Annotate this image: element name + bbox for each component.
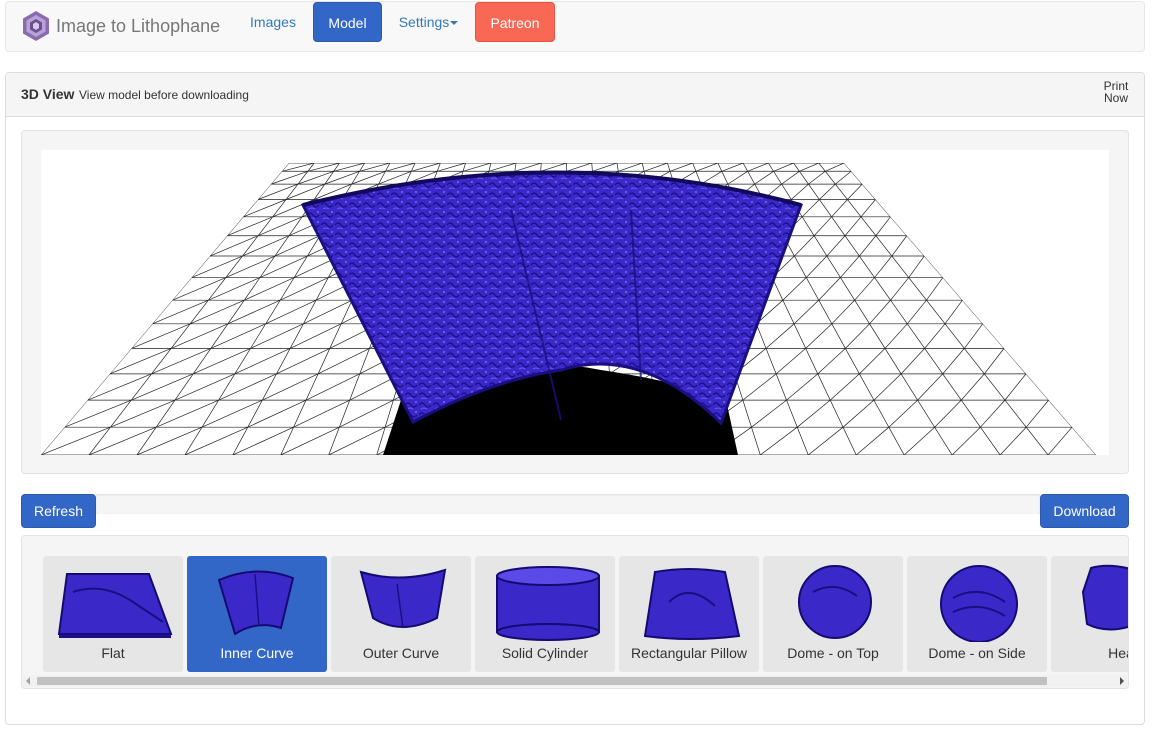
shape-card-flat[interactable]: Flat	[43, 556, 183, 672]
viewer-well	[21, 130, 1129, 474]
3d-scene[interactable]	[41, 150, 1109, 455]
heart-shape-icon	[1081, 564, 1128, 631]
scroll-right-icon[interactable]	[1120, 677, 1124, 685]
nav-patreon[interactable]: Patreon	[475, 2, 555, 42]
nav-model[interactable]: Model	[313, 2, 382, 42]
progress-bar	[96, 494, 1040, 514]
shape-card-solid-cylinder[interactable]: Solid Cylinder	[475, 556, 615, 672]
panel-subtitle: View model before downloading	[79, 88, 249, 102]
shape-label: Rectangular Pillow	[631, 645, 747, 661]
nav-settings[interactable]: Settings	[391, 2, 466, 42]
3d-view-panel: 3D View View model before downloading Pr…	[5, 72, 1145, 725]
shape-label: Inner Curve	[220, 645, 294, 661]
shape-card-inner-curve[interactable]: Inner Curve	[187, 556, 327, 672]
shape-label: Flat	[101, 645, 125, 661]
solid-cylinder-shape-icon	[496, 566, 600, 641]
shape-label: Hea	[1108, 645, 1128, 661]
horizontal-scrollbar[interactable]	[23, 675, 1127, 687]
scroll-thumb[interactable]	[37, 677, 1047, 685]
dome-on-side-shape-icon	[940, 565, 1018, 642]
shape-label: Dome - on Top	[787, 645, 879, 661]
shape-card-outer-curve[interactable]: Outer Curve	[331, 556, 471, 672]
brand-name: Image to Lithophane	[56, 15, 221, 36]
inner-curve-shape-icon	[217, 570, 295, 636]
nav-images[interactable]: Images	[238, 2, 308, 42]
shape-label: Dome - on Side	[928, 645, 1026, 661]
download-button[interactable]: Download	[1040, 494, 1129, 528]
rectangular-pillow-shape-icon	[643, 568, 741, 640]
shape-selector: Flat Inner Curve Outer Curve Solid Cylin…	[21, 535, 1129, 689]
shape-card-dome-on-side[interactable]: Dome - on Side	[907, 556, 1047, 672]
shape-card-dome-on-top[interactable]: Dome - on Top	[763, 556, 903, 672]
refresh-button[interactable]: Refresh	[21, 494, 96, 528]
brand[interactable]: Image to Lithophane	[22, 8, 220, 44]
caret-down-icon	[450, 21, 459, 26]
shape-label: Outer Curve	[362, 645, 440, 661]
panel-title: 3D View	[21, 86, 75, 102]
nav-settings-label: Settings	[398, 14, 450, 30]
outer-curve-shape-icon	[359, 568, 447, 629]
navbar: Image to Lithophane Images Model Setting…	[5, 1, 1145, 52]
dome-on-top-shape-icon	[798, 565, 872, 639]
shape-card-rectangular-pillow[interactable]: Rectangular Pillow	[619, 556, 759, 672]
print-now-button[interactable]: Print Now	[1101, 80, 1131, 104]
3d-viewer-canvas[interactable]	[41, 150, 1109, 455]
scroll-left-icon[interactable]	[26, 677, 30, 685]
flat-shape-icon	[57, 573, 173, 638]
shape-label: Solid Cylinder	[501, 645, 589, 661]
model-toolbar: Refresh Download	[21, 494, 1129, 528]
panel-heading: 3D View View model before downloading Pr…	[6, 73, 1144, 117]
shape-card-heart[interactable]: Hea	[1051, 556, 1128, 672]
shape-strip: Flat Inner Curve Outer Curve Solid Cylin…	[43, 556, 1128, 672]
hexagon-logo-icon	[23, 11, 49, 41]
